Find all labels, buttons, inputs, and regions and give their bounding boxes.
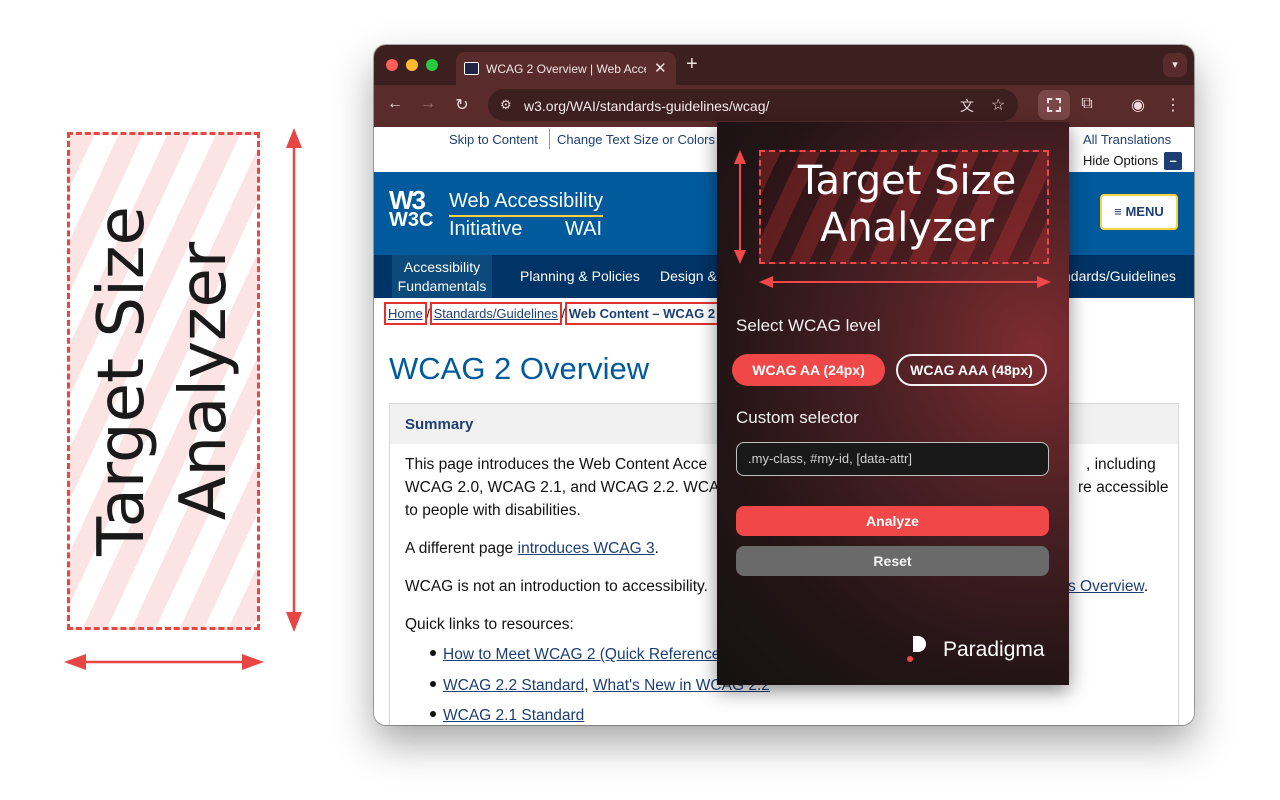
zoom-window-button[interactable] [426,59,438,71]
promo-title: Target Size Analyzer [78,161,248,601]
nav-label: Planning & Policies [520,268,640,284]
wcag21-standard-link[interactable]: WCAG 2.1 Standard [443,707,584,724]
promo-graphic: Target Size Analyzer [0,0,330,800]
summary-text-line1b: , including [1086,456,1156,473]
custom-selector-label: Custom selector [736,408,859,427]
tab-bar: WCAG 2 Overview | Web Accessibility Init… [374,45,1194,85]
translate-icon[interactable]: 文 [960,96,974,116]
logo-line2: Initiative [449,218,523,240]
popup-horizontal-arrow-icon [759,276,1051,288]
minus-icon: – [1164,152,1183,170]
how-to-meet-link[interactable]: How to Meet WCAG 2 (Quick Reference [443,646,720,663]
breadcrumb-separator: / [426,306,430,321]
back-icon[interactable]: ← [384,95,406,113]
hide-options-label: Hide Options [1083,153,1159,168]
popup-title-line2: Analyzer [819,205,995,251]
promo-title-line1: Target Size [85,206,159,556]
analyze-button[interactable]: Analyze [736,506,1049,536]
change-text-link[interactable]: Change Text Size or Colors [557,132,715,147]
all-translations-link[interactable]: All Translations [1083,132,1171,147]
logo-line1: Web Accessibility [449,190,604,217]
browser-toolbar: ← → ↻ ⚙ w3.org/WAI/standards-guidelines/… [374,85,1194,127]
link-separator: , [584,677,593,694]
logo-line3: WAI [565,218,603,240]
vertical-arrow-icon [286,128,302,632]
brand-name: Paradigma [943,638,1045,661]
popup-vertical-arrow-icon [734,150,746,264]
nav-accessibility-fundamentals[interactable]: Accessibility Fundamentals [392,255,492,298]
puzzle-icon[interactable]: ⧉ [1076,95,1098,113]
select-level-label: Select WCAG level [736,316,881,335]
wcag-aa-button[interactable]: WCAG AA (24px) [732,354,885,386]
wcag22-standard-link[interactable]: WCAG 2.2 Standard [443,677,584,694]
summary-title: Summary [405,416,474,433]
summary-text-line1a: This page introduces the Web Content Acc… [405,456,708,473]
popup-title-line1: Target Size [797,158,1017,204]
popup-title: Target Size Analyzer [767,158,1047,252]
paradigma-brand: Paradigma [907,634,1057,664]
p4-suffix: . [654,540,659,557]
reset-button[interactable]: Reset [736,546,1049,576]
w3c-logo: W3 W3C [389,185,435,231]
chevron-down-icon[interactable]: ▾ [1163,53,1187,77]
w3c-logo-mark: W3 [389,185,426,215]
breadcrumb: Home / Standards/Guidelines / Web Conten… [384,302,720,325]
introduces-wcag3-link[interactable]: introduces WCAG 3 [518,540,655,557]
list-bullet [430,650,436,656]
star-icon[interactable]: ☆ [991,95,1005,115]
kebab-menu-icon[interactable]: ⋮ [1162,95,1184,115]
summary-text-line2a: WCAG 2.0, WCAG 2.1, and WCAG 2.2. WCAG [405,479,732,496]
tab-title: WCAG 2 Overview | Web Accessibility Init… [486,62,646,76]
promo-title-line2: Analyzer [167,241,241,521]
summary-text-line5: WCAG is not an introduction to accessibi… [405,578,708,595]
tune-icon[interactable]: ⚙ [500,97,512,113]
profile-icon[interactable]: ◉ [1127,95,1149,115]
close-icon[interactable]: ✕ [654,59,667,77]
overview-link[interactable]: s Overview [1068,578,1144,595]
reload-icon[interactable]: ↻ [451,95,473,115]
list-item: How to Meet WCAG 2 (Quick Reference [443,643,720,666]
breadcrumb-current: Web Content – WCAG 2 [564,302,720,325]
list-bullet [430,681,436,687]
list-bullet [430,711,436,717]
summary-text-line4: A different page introduces WCAG 3. [405,537,659,560]
skip-to-content-link[interactable]: Skip to Content [449,132,538,147]
url-text[interactable]: w3.org/WAI/standards-guidelines/wcag/ [524,98,769,114]
browser-tab[interactable]: WCAG 2 Overview | Web Accessibility Init… [456,52,676,85]
new-tab-button[interactable]: + [686,53,698,76]
breadcrumb-home[interactable]: Home [384,302,427,325]
horizontal-arrow-icon [64,654,264,670]
quick-links-label: Quick links to resources: [405,616,574,633]
address-bar[interactable]: ⚙ w3.org/WAI/standards-guidelines/wcag/ … [488,89,1018,121]
p4-prefix: A different page [405,540,518,557]
list-item: WCAG 2.1 Standard [443,704,584,725]
summary-text-line5-end: s Overview. [1068,575,1148,598]
extension-icon[interactable] [1038,90,1070,120]
menu-button[interactable]: ≡ MENU [1100,194,1178,230]
hide-options-button[interactable]: Hide Options – [1083,152,1183,170]
wcag-aaa-button[interactable]: WCAG AAA (48px) [896,354,1047,386]
nav-planning-policies[interactable]: Planning & Policies [520,255,640,298]
close-window-button[interactable] [386,59,398,71]
nav-label: Accessibility Fundamentals [397,258,487,294]
summary-text-line3: to people with disabilities. [405,502,581,519]
forward-icon[interactable]: → [417,95,439,113]
extension-popup: Target Size Analyzer Select WCAG level W… [717,122,1069,685]
summary-text-line2b: re accessible [1078,479,1169,496]
paradigma-logo-icon [907,636,926,662]
w3c-favicon-icon [464,62,479,75]
custom-selector-input[interactable]: .my-class, #my-id, [data-attr] [736,442,1049,476]
page-title: WCAG 2 Overview [389,351,650,386]
p5-suffix: . [1143,578,1149,595]
w3c-logo-text: W3C [389,209,434,231]
breadcrumb-standards[interactable]: Standards/Guidelines [429,302,562,325]
breadcrumb-separator: / [561,306,566,321]
minimize-window-button[interactable] [406,59,418,71]
